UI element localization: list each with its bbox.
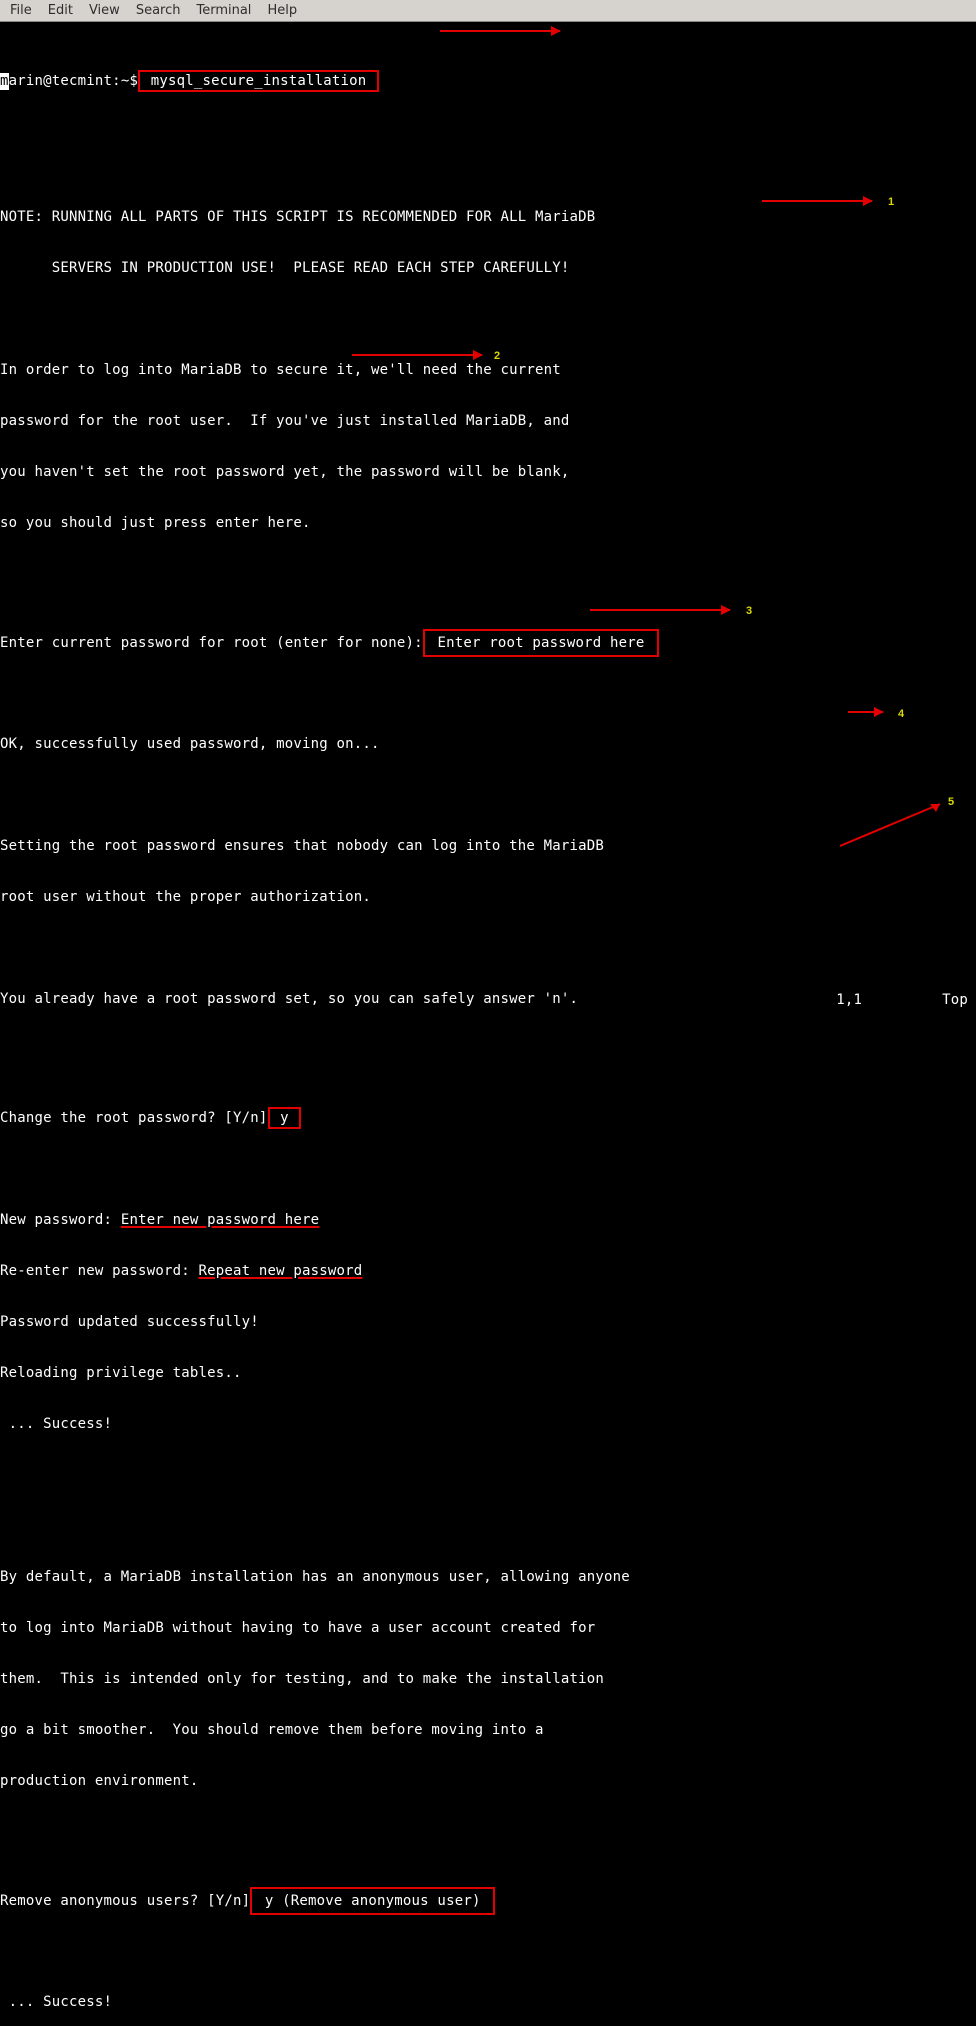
status-loc: Top [942, 992, 968, 1009]
arrow-3 [590, 609, 730, 611]
success: ... Success! [0, 1994, 976, 2011]
reenter-line: Re-enter new password: Repeat new passwo… [0, 1263, 976, 1280]
blank [0, 787, 976, 804]
prompt-userhost: arin@tecmint:~ [9, 73, 130, 89]
menu-search[interactable]: Search [130, 2, 187, 19]
menubar: File Edit View Search Terminal Help [0, 0, 976, 22]
blank [0, 1467, 976, 1484]
menu-terminal[interactable]: Terminal [190, 2, 257, 19]
menu-view[interactable]: View [83, 2, 126, 19]
menu-file[interactable]: File [4, 2, 38, 19]
setroot1: Setting the root password ensures that n… [0, 838, 976, 855]
anon3: them. This is intended only for testing,… [0, 1671, 976, 1688]
status-bar: 1,1 Top [8, 992, 968, 1009]
setroot2: root user without the proper authorizati… [0, 889, 976, 906]
terminal-area[interactable]: marin@tecmint:~$ mysql_secure_installati… [0, 22, 976, 1013]
blank [0, 566, 976, 583]
prompt-dollar: $ [129, 73, 138, 89]
enter-password-line: Enter current password for root (enter f… [0, 634, 976, 651]
anon1: By default, a MariaDB installation has a… [0, 1569, 976, 1586]
anon2: to log into MariaDB without having to ha… [0, 1620, 976, 1637]
prompt-line: marin@tecmint:~$ mysql_secure_installati… [0, 73, 976, 90]
annotation-4: 4 [898, 706, 904, 723]
change-password-line: Change the root password? [Y/n] y [0, 1110, 976, 1127]
arrow-command [440, 30, 560, 32]
intro3: you haven't set the root password yet, t… [0, 464, 976, 481]
annotation-1: 1 [888, 194, 894, 211]
annotation-2: 2 [494, 348, 500, 365]
blank [0, 1518, 976, 1535]
menu-help[interactable]: Help [261, 2, 303, 19]
blank [0, 940, 976, 957]
reenter-password-underline: Repeat new password [198, 1263, 362, 1279]
enter-root-password-box: Enter root password here [423, 629, 659, 657]
intro1: In order to log into MariaDB to secure i… [0, 362, 976, 379]
arrow-4 [848, 711, 883, 713]
annotation-5: 5 [948, 794, 954, 811]
reload: Reloading privilege tables.. [0, 1365, 976, 1382]
anon4: go a bit smoother. You should remove the… [0, 1722, 976, 1739]
command-box: mysql_secure_installation [138, 70, 379, 92]
change-password-answer-box: y [268, 1107, 302, 1129]
ok-line: OK, successfully used password, moving o… [0, 736, 976, 753]
arrow-2 [352, 354, 482, 356]
blank [0, 158, 976, 175]
intro2: password for the root user. If you've ju… [0, 413, 976, 430]
note-line2: SERVERS IN PRODUCTION USE! PLEASE READ E… [0, 260, 976, 277]
remove-anon-box: y (Remove anonymous user) [250, 1887, 495, 1915]
intro4: so you should just press enter here. [0, 515, 976, 532]
new-password-line: New password: Enter new password here [0, 1212, 976, 1229]
annotation-3: 3 [746, 603, 752, 620]
remove-anon-line: Remove anonymous users? [Y/n] y (Remove … [0, 1892, 976, 1909]
arrow-1 [762, 200, 872, 202]
success: ... Success! [0, 1416, 976, 1433]
blank [0, 1824, 976, 1841]
blank [0, 1042, 976, 1059]
status-pos: 1,1 [836, 992, 862, 1009]
note-line1: NOTE: RUNNING ALL PARTS OF THIS SCRIPT I… [0, 209, 976, 226]
menu-edit[interactable]: Edit [42, 2, 79, 19]
blank [0, 311, 976, 328]
cursor: m [0, 73, 9, 90]
anon5: production environment. [0, 1773, 976, 1790]
new-password-underline: Enter new password here [121, 1212, 319, 1228]
pwdupdated: Password updated successfully! [0, 1314, 976, 1331]
